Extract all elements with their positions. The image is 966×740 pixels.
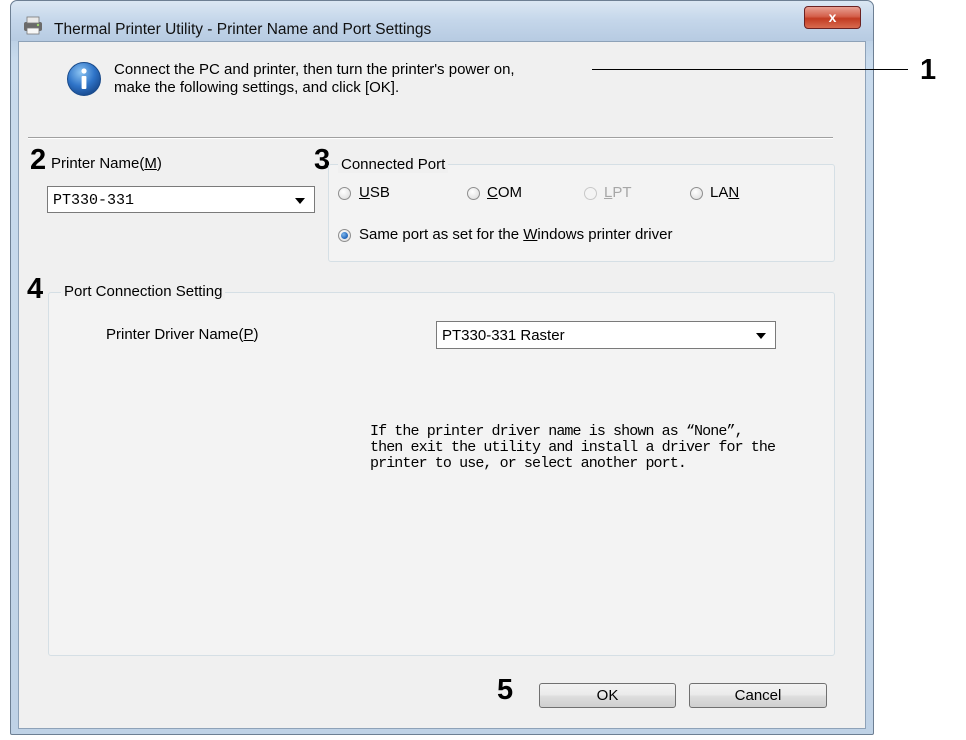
chevron-down-icon[interactable] <box>756 333 766 339</box>
radio-com-label[interactable]: COM <box>487 184 522 201</box>
connected-port-group <box>328 164 835 262</box>
same-port-label-key: W <box>523 226 538 243</box>
printer-name-label-post: ) <box>156 155 162 172</box>
radio-usb-label[interactable]: USB <box>359 184 390 201</box>
usb-label-post: SB <box>369 184 390 201</box>
driver-name-label: Printer Driver Name(P) <box>106 326 259 343</box>
driver-label-post: ) <box>253 326 259 343</box>
same-port-label-post: indows printer driver <box>537 226 673 243</box>
info-line-2: make the following settings, and click [… <box>114 79 400 96</box>
callout-2: 2 <box>30 144 47 176</box>
radio-same-port[interactable] <box>338 229 351 242</box>
lan-label-key: N <box>728 184 740 201</box>
usb-label-key: U <box>359 184 370 201</box>
printer-name-value: PT330-331 <box>53 192 135 209</box>
lan-label-pre: LA <box>710 184 729 201</box>
info-icon <box>67 62 101 96</box>
close-icon: x <box>828 9 837 25</box>
info-message: Connect the PC and printer, then turn th… <box>114 61 515 97</box>
radio-lpt-label: LPT <box>604 184 632 201</box>
note-line-1: If the printer driver name is shown as “… <box>370 423 744 440</box>
same-port-label-pre: Same port as set for the <box>359 226 524 243</box>
com-label-post: OM <box>497 184 523 201</box>
radio-usb[interactable] <box>338 187 351 200</box>
printer-name-label-pre: Printer Name( <box>51 155 145 172</box>
lpt-label-post: PT <box>612 184 632 201</box>
driver-label-pre: Printer Driver Name( <box>106 326 244 343</box>
radio-lan[interactable] <box>690 187 703 200</box>
callout-5: 5 <box>497 674 514 706</box>
cancel-button[interactable]: Cancel <box>689 683 827 708</box>
printer-name-combo[interactable]: PT330-331 <box>47 186 315 213</box>
info-line-1: Connect the PC and printer, then turn th… <box>114 61 515 78</box>
callout-leader-line <box>592 69 908 70</box>
note-line-2: then exit the utility and install a driv… <box>370 439 776 456</box>
chevron-down-icon[interactable] <box>295 198 305 204</box>
radio-lan-label[interactable]: LAN <box>710 184 739 201</box>
driver-name-combo[interactable]: PT330-331 Raster <box>436 321 776 349</box>
connected-port-title: Connected Port <box>338 156 449 173</box>
ok-button[interactable]: OK <box>539 683 676 708</box>
radio-com[interactable] <box>467 187 480 200</box>
driver-name-value: PT330-331 Raster <box>442 327 565 344</box>
printer-app-icon <box>24 16 42 35</box>
printer-name-label: Printer Name(M) <box>51 155 162 172</box>
close-button[interactable]: x <box>804 6 861 29</box>
note-line-3: printer to use, or select another port. <box>370 455 687 472</box>
printer-name-label-key: M <box>144 155 157 172</box>
driver-label-key: P <box>243 326 254 343</box>
radio-same-port-label[interactable]: Same port as set for the Windows printer… <box>359 226 672 243</box>
radio-lpt <box>584 187 597 200</box>
port-connection-title: Port Connection Setting <box>61 283 226 300</box>
separator-line <box>28 137 833 139</box>
window-title: Thermal Printer Utility - Printer Name a… <box>54 21 432 38</box>
com-label-key: C <box>487 184 498 201</box>
driver-note: If the printer driver name is shown as “… <box>370 423 776 472</box>
callout-1: 1 <box>920 54 937 86</box>
callout-4: 4 <box>27 273 44 305</box>
